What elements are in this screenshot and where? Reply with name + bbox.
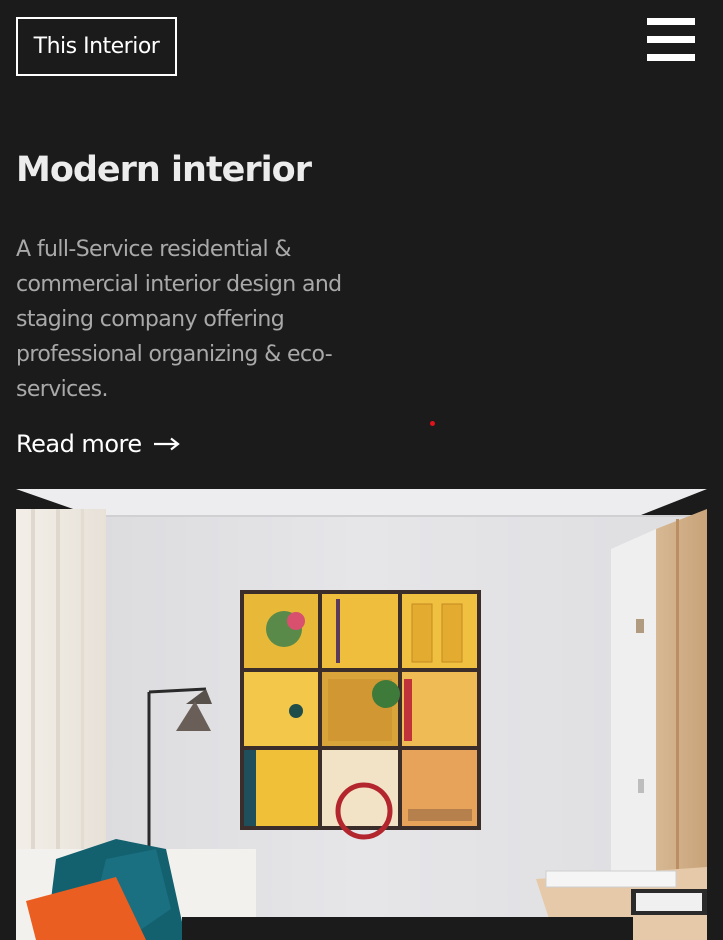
hero-title: Modern interior [16, 150, 312, 190]
read-more-link[interactable]: Read more [16, 430, 180, 458]
indicator-dot [430, 421, 435, 426]
logo-text: This Interior [33, 34, 160, 59]
site-logo[interactable]: This Interior [16, 17, 177, 76]
arrow-right-icon [153, 437, 180, 451]
hero-image [16, 489, 707, 940]
hamburger-icon [647, 18, 695, 25]
hamburger-menu-button[interactable] [647, 18, 695, 61]
image-caption-bar [182, 917, 633, 940]
read-more-label: Read more [16, 430, 142, 458]
hero-description: A full-Service residential & commercial … [16, 237, 342, 402]
